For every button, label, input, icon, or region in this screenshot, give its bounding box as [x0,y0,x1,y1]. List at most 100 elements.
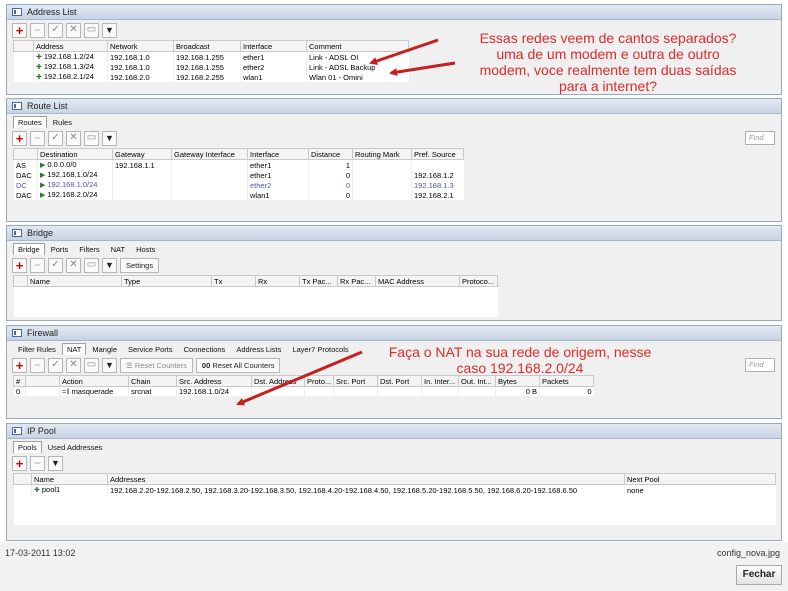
column-header-flags[interactable] [13,40,34,52]
tab-nat[interactable]: NAT [61,343,87,355]
column-header-gateway[interactable]: Gateway [112,148,172,160]
find-input[interactable]: Find [745,131,775,145]
table-row[interactable]: DC ▶ 192.168.1.0/24 ether2 0 192.168.1.3 [13,180,464,190]
column-header-distance[interactable]: Distance [308,148,353,160]
filter-icon[interactable]: ▼ [102,22,117,38]
column-header-chain[interactable]: Chain [128,375,177,387]
column-header-in-interface[interactable]: In. Inter... [421,375,459,387]
reset-all-counters-button[interactable]: 00 Reset All Counters [195,357,281,373]
table-row[interactable]: ✚ 192.168.1.3/24 192.168.1.0 192.168.1.255 e… [13,62,409,72]
column-header-rx[interactable]: Rx [255,275,300,287]
enable-icon[interactable]: ✓ [48,257,63,273]
column-header-network[interactable]: Network [107,40,174,52]
tab-ports[interactable]: Ports [46,243,74,255]
column-header-interface[interactable]: Interface [240,40,307,52]
column-header-gateway-interface[interactable]: Gateway Interface [171,148,248,160]
bridge-titlebar[interactable]: Bridge [7,226,781,241]
column-header-name[interactable]: Name [27,275,122,287]
ip-pool-titlebar[interactable]: IP Pool [7,424,781,439]
disable-icon[interactable]: ✕ [66,22,81,38]
comment-icon[interactable]: ▭ [84,257,99,273]
table-row[interactable]: DAC ▶ 192.168.1.0/24 ether1 0 192.168.1.2 [13,170,464,180]
column-header-addresses[interactable]: Addresses [107,473,625,485]
enable-icon[interactable]: ✓ [48,130,63,146]
disable-icon[interactable]: ✕ [66,357,81,373]
remove-icon[interactable]: − [30,130,45,146]
column-header-bytes[interactable]: Bytes [495,375,540,387]
close-button[interactable]: Fechar [736,565,782,585]
settings-button[interactable]: Settings [120,257,160,273]
table-row[interactable]: 0 =‖ masquerade srcnat 192.168.1.0/24 0 … [13,386,594,396]
column-header-packets[interactable]: Packets [539,375,594,387]
column-header-flags[interactable] [13,148,38,160]
column-header-dst-port[interactable]: Dst. Port [377,375,422,387]
table-row[interactable]: ✚ 192.168.1.2/24 192.168.1.0 192.168.1.255 e… [13,51,409,62]
filter-icon[interactable]: ▼ [102,130,117,146]
tab-used-addresses[interactable]: Used Addresses [43,441,108,453]
column-header-routing-mark[interactable]: Routing Mark [352,148,412,160]
add-icon[interactable]: + [12,257,27,273]
tab-layer7-protocols[interactable]: Layer7 Protocols [287,343,353,355]
reset-counters-button[interactable]: ☰ Reset Counters [120,357,193,373]
enable-icon[interactable]: ✓ [48,22,63,38]
column-header-rx-packets[interactable]: Rx Pac... [337,275,376,287]
find-input[interactable]: Find [745,358,775,372]
table-row[interactable]: AS ▶ 0.0.0.0/0 192.168.1.1 ether1 1 [13,159,464,170]
column-header-src-port[interactable]: Src. Port [333,375,378,387]
table-row[interactable]: ✚ pool1 192.168.2.20-192.168.2.50, 192.16… [13,484,776,495]
comment-icon[interactable]: ▭ [84,357,99,373]
firewall-titlebar[interactable]: Firewall [7,326,781,341]
column-header-flags[interactable] [13,275,28,287]
column-header-name[interactable]: Name [31,473,108,485]
column-header-number[interactable]: # [13,375,26,387]
disable-icon[interactable]: ✕ [66,130,81,146]
filter-icon[interactable]: ▼ [48,455,63,471]
column-header-flags[interactable] [13,473,32,485]
column-header-address[interactable]: Address [33,40,108,52]
address-list-titlebar[interactable]: Address List [7,5,781,20]
column-header-out-interface[interactable]: Out. Int... [458,375,496,387]
add-icon[interactable]: + [12,22,27,38]
comment-icon[interactable]: ▭ [84,130,99,146]
column-header-dst-address[interactable]: Dst. Address [251,375,305,387]
column-header-action[interactable]: Action [59,375,129,387]
column-header-flags[interactable] [25,375,60,387]
tab-address-lists[interactable]: Address Lists [231,343,286,355]
remove-icon[interactable]: − [30,22,45,38]
add-icon[interactable]: + [12,130,27,146]
column-header-interface[interactable]: Interface [247,148,309,160]
comment-icon[interactable]: ▭ [84,22,99,38]
column-header-broadcast[interactable]: Broadcast [173,40,241,52]
remove-icon[interactable]: − [30,455,45,471]
tab-routes[interactable]: Routes [13,116,47,128]
route-list-titlebar[interactable]: Route List [7,99,781,114]
column-header-type[interactable]: Type [121,275,212,287]
filter-icon[interactable]: ▼ [102,257,117,273]
tab-bridge[interactable]: Bridge [13,243,45,255]
disable-icon[interactable]: ✕ [66,257,81,273]
tab-filters[interactable]: Filters [74,243,104,255]
column-header-next-pool[interactable]: Next Pool [624,473,776,485]
column-header-tx[interactable]: Tx [211,275,256,287]
column-header-comment[interactable]: Comment [306,40,409,52]
column-header-protocol[interactable]: Protoco... [459,275,498,287]
add-icon[interactable]: + [12,357,27,373]
table-row[interactable]: ✚ 192.168.2.1/24 192.168.2.0 192.168.2.255 w… [13,72,409,82]
add-icon[interactable]: + [12,455,27,471]
tab-hosts[interactable]: Hosts [131,243,160,255]
tab-filter-rules[interactable]: Filter Rules [13,343,61,355]
column-header-destination[interactable]: Destination [37,148,113,160]
column-header-mac-address[interactable]: MAC Address [375,275,460,287]
enable-icon[interactable]: ✓ [48,357,63,373]
column-header-tx-packets[interactable]: Tx Pac... [299,275,338,287]
tab-connections[interactable]: Connections [179,343,231,355]
remove-icon[interactable]: − [30,257,45,273]
table-row[interactable]: DAC ▶ 192.168.2.0/24 wlan1 0 192.168.2.1 [13,190,464,200]
column-header-pref-source[interactable]: Pref. Source [411,148,464,160]
tab-mangle[interactable]: Mangle [87,343,122,355]
column-header-protocol[interactable]: Proto... [304,375,334,387]
tab-service-ports[interactable]: Service Ports [123,343,178,355]
remove-icon[interactable]: − [30,357,45,373]
column-header-src-address[interactable]: Src. Address [176,375,252,387]
tab-rules[interactable]: Rules [48,116,77,128]
